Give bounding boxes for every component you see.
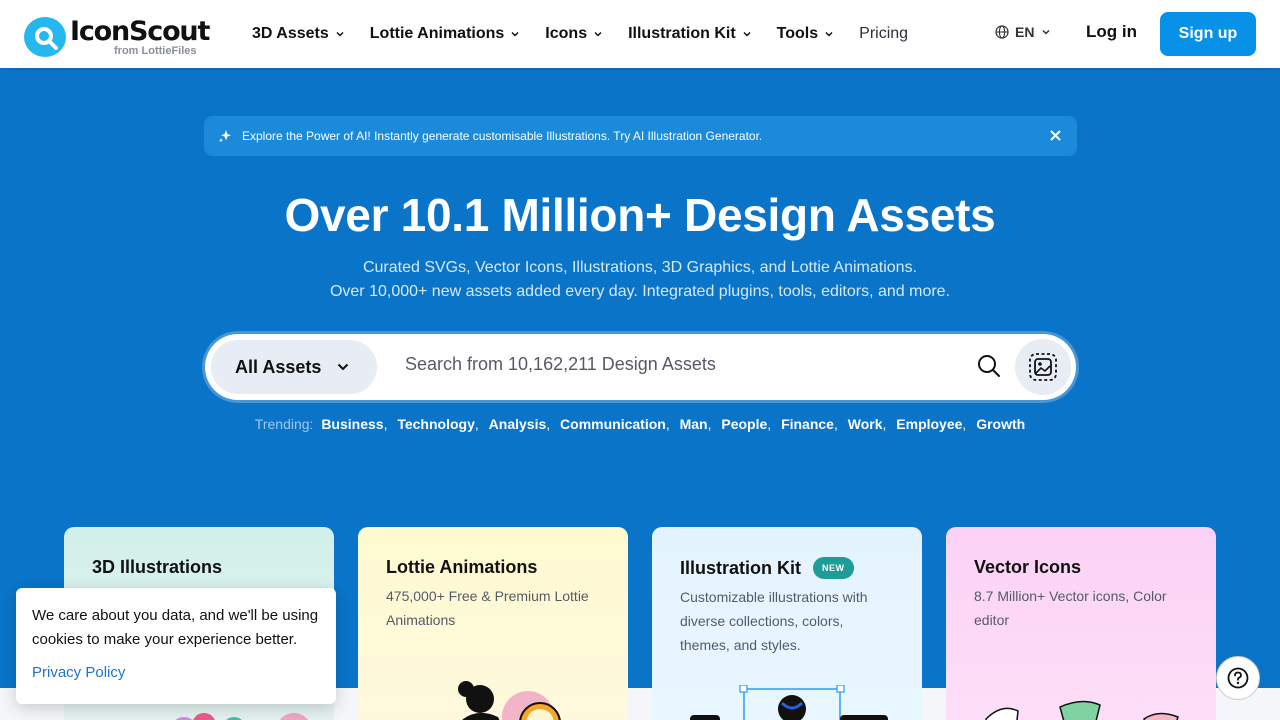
trending-tag[interactable]: Growth — [976, 416, 1025, 432]
promo-text: Explore the Power of AI! Instantly gener… — [242, 129, 763, 143]
main-nav: 3D Assets Lottie Animations Icons Illust… — [252, 0, 934, 68]
help-button[interactable] — [1216, 656, 1260, 700]
hero-subtitle: Curated SVGs, Vector Icons, Illustration… — [0, 256, 1280, 304]
card-title: 3D Illustrations — [92, 557, 223, 577]
chevron-down-icon — [743, 31, 751, 37]
logo-sub: from LottieFiles — [114, 44, 197, 57]
image-search-icon — [1029, 353, 1057, 381]
card-vector-icons[interactable]: Vector Icons 8.7 Million+ Vector icons, … — [946, 527, 1216, 720]
nav-label: Tools — [776, 25, 819, 42]
nav-label: Illustration Kit — [628, 25, 736, 42]
nav-tools[interactable]: Tools — [777, 25, 833, 43]
trending-tag[interactable]: People — [721, 416, 767, 432]
card-description: 475,000+ Free & Premium Lottie Animation… — [386, 588, 589, 628]
hero-subtitle-line: Curated SVGs, Vector Icons, Illustration… — [362, 259, 918, 276]
illustration-kit-preview — [690, 685, 888, 720]
card-lottie-animations[interactable]: Lottie Animations 475,000+ Free & Premiu… — [358, 527, 628, 720]
nav-label: Lottie Animations — [369, 25, 505, 42]
globe-icon — [995, 25, 1009, 39]
trending-tag[interactable]: Communication — [560, 416, 666, 432]
top-navbar: IconScout from LottieFiles 3D Assets Lot… — [0, 0, 1280, 68]
search-input[interactable] — [405, 354, 965, 375]
new-badge: NEW — [813, 557, 854, 579]
nav-illustration-kit[interactable]: Illustration Kit — [628, 25, 751, 43]
privacy-policy-link[interactable]: Privacy Policy — [32, 664, 320, 681]
trending-tags: Trending: Business, Technology, Analysis… — [254, 416, 1026, 432]
nav-icons[interactable]: Icons — [545, 25, 602, 43]
asset-type-label: All Assets — [235, 356, 322, 377]
help-icon — [1227, 667, 1249, 689]
search-bar: All Assets — [205, 334, 1076, 400]
image-search-button[interactable] — [1015, 339, 1071, 395]
hero-subtitle-line: Over 10,000+ new assets added every day.… — [329, 283, 951, 300]
card-title: Illustration Kit NEW — [680, 557, 894, 579]
trending-tag[interactable]: Man — [680, 416, 708, 432]
chevron-down-icon — [594, 31, 602, 37]
card-description: Customizable illustrations with diverse … — [680, 589, 868, 653]
card-title-text: Illustration Kit — [680, 557, 801, 578]
chevron-down-icon — [336, 31, 344, 37]
trending-tag[interactable]: Employee — [896, 416, 962, 432]
card-title: Lottie Animations — [386, 557, 538, 577]
nav-pricing[interactable]: Pricing — [859, 25, 908, 43]
logo-name: IconScout — [70, 15, 210, 47]
lottie-illustration-preview — [458, 681, 561, 720]
trending-tag[interactable]: Analysis — [489, 416, 547, 432]
nav-label: Icons — [545, 25, 588, 42]
trending-tag[interactable]: Work — [848, 416, 883, 432]
chevron-down-icon — [825, 31, 833, 37]
chevron-down-icon — [1042, 29, 1050, 35]
cookie-message: We care about you data, and we'll be usi… — [32, 607, 319, 648]
search-icon[interactable] — [977, 354, 1001, 378]
cookie-consent-banner: We care about you data, and we'll be usi… — [16, 588, 336, 704]
trending-label: Trending: — [254, 416, 314, 432]
nav-lottie-animations[interactable]: Lottie Animations — [370, 25, 520, 43]
sparkle-icon — [219, 130, 231, 143]
chevron-down-icon — [511, 31, 519, 37]
ai-promo-banner[interactable]: Explore the Power of AI! Instantly gener… — [204, 116, 1077, 156]
close-icon[interactable] — [1049, 129, 1062, 142]
nav-3d-assets[interactable]: 3D Assets — [252, 25, 344, 43]
nav-label: 3D Assets — [252, 25, 329, 42]
logo[interactable]: IconScout from LottieFiles — [24, 15, 210, 57]
language-selector[interactable]: EN — [995, 24, 1050, 40]
trending-tag[interactable]: Technology — [397, 416, 475, 432]
login-link[interactable]: Log in — [1086, 22, 1137, 42]
card-title: Vector Icons — [974, 557, 1082, 577]
trending-tag[interactable]: Business — [321, 416, 383, 432]
signup-button[interactable]: Sign up — [1160, 12, 1256, 56]
logo-search-icon — [24, 17, 66, 57]
card-illustration-kit[interactable]: Illustration Kit NEW Customizable illust… — [652, 527, 922, 720]
trending-tag[interactable]: Finance — [781, 416, 834, 432]
hero-title: Over 10.1 Million+ Design Assets — [284, 189, 996, 241]
card-description: 8.7 Million+ Vector icons, Color editor — [974, 588, 1167, 628]
vector-icons-preview — [985, 700, 1179, 720]
asset-type-dropdown[interactable]: All Assets — [211, 340, 377, 394]
language-label: EN — [1015, 24, 1035, 40]
chevron-down-icon — [337, 363, 349, 371]
